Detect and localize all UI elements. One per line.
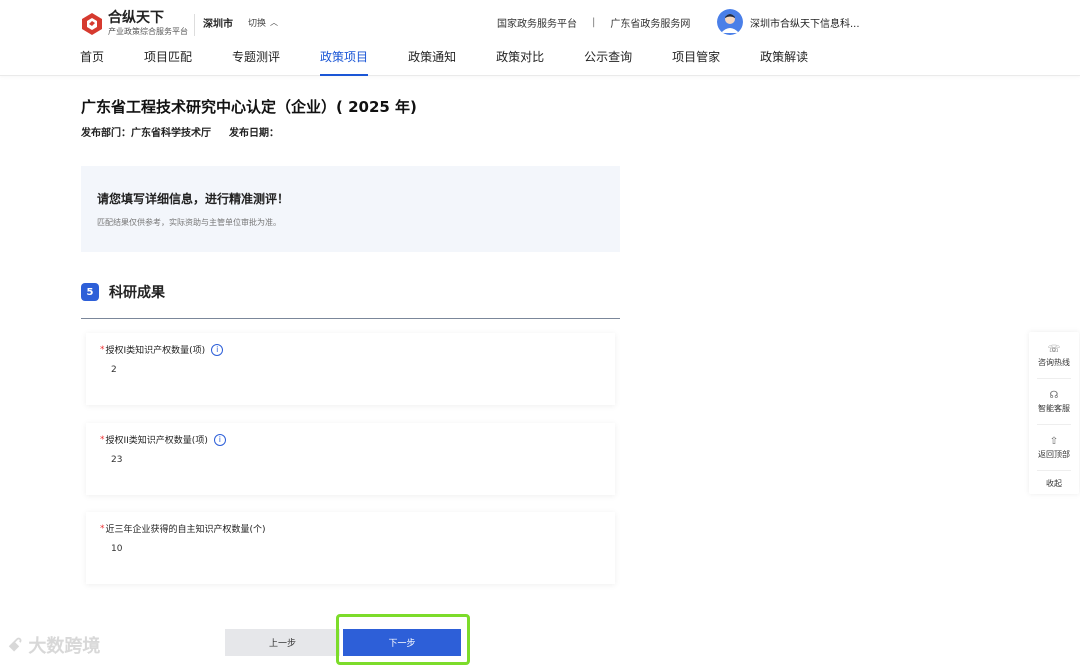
prev-step-button[interactable]: 上一步 bbox=[225, 629, 340, 656]
field-card-ip-class1: * 授权I类知识产权数量(项) i 2 bbox=[86, 333, 615, 405]
tool-divider bbox=[1037, 470, 1071, 471]
field-label-text: 授权I类知识产权数量(项) bbox=[105, 346, 206, 356]
switch-label: 切换 bbox=[248, 19, 267, 29]
logo-title: 合纵天下 bbox=[108, 10, 164, 26]
watermark-logo-icon: ꗃ bbox=[8, 634, 23, 656]
back-to-top-button[interactable]: ⇧ 返回顶部 bbox=[1029, 436, 1079, 460]
main-nav: 首页 项目匹配 专题测评 政策项目 政策通知 政策对比 公示查询 项目管家 政策… bbox=[80, 48, 848, 76]
logo-icon bbox=[82, 13, 102, 35]
headset-icon: ☊ bbox=[1049, 390, 1059, 401]
collapse-label: 收起 bbox=[1046, 479, 1062, 488]
header: 合纵天下 产业政策综合服务平台 深圳市 切换 ︿ 国家政务服务平台 | 广东省政… bbox=[0, 0, 1080, 76]
policy-meta: 发布部门：广东省科学技术厅 发布日期： bbox=[81, 124, 297, 139]
nav-project-match[interactable]: 项目匹配 bbox=[144, 48, 192, 76]
logo-subtitle: 产业政策综合服务平台 bbox=[108, 27, 188, 36]
user-name[interactable]: 深圳市合纵天下信息科... bbox=[750, 15, 860, 30]
link-separator: | bbox=[592, 17, 596, 28]
service-label: 智能客服 bbox=[1038, 404, 1070, 413]
field-card-ip-3years: * 近三年企业获得的自主知识产权数量(个) 10 bbox=[86, 512, 615, 584]
section-divider bbox=[81, 318, 620, 319]
field-label-text: 近三年企业获得的自主知识产权数量(个) bbox=[105, 525, 266, 535]
tool-divider bbox=[1037, 424, 1071, 425]
collapse-button[interactable]: 收起 bbox=[1029, 478, 1079, 489]
notice-text: 匹配结果仅供参考，实际资助与主管单位审批为准。 bbox=[97, 218, 281, 227]
field-label: * 近三年企业获得的自主知识产权数量(个) bbox=[100, 522, 266, 536]
ip-class2-input[interactable]: 23 bbox=[111, 455, 122, 465]
tool-divider bbox=[1037, 378, 1071, 379]
floating-toolbar: ☏ 咨询热线 ☊ 智能客服 ⇧ 返回顶部 收起 bbox=[1029, 332, 1079, 494]
nav-project-manager[interactable]: 项目管家 bbox=[672, 48, 720, 76]
required-asterisk: * bbox=[100, 344, 105, 355]
info-icon[interactable]: i bbox=[211, 343, 224, 356]
field-card-ip-class2: * 授权II类知识产权数量(项) i 23 bbox=[86, 423, 615, 495]
info-icon[interactable]: i bbox=[213, 433, 226, 446]
watermark-text: 大数跨境 bbox=[28, 636, 101, 657]
nav-policy-interpretation[interactable]: 政策解读 bbox=[760, 48, 808, 76]
top-links: 国家政务服务平台 | 广东省政务服务网 bbox=[497, 15, 690, 30]
page: 合纵天下 产业政策综合服务平台 深圳市 切换 ︿ 国家政务服务平台 | 广东省政… bbox=[0, 0, 1080, 668]
field-label: * 授权II类知识产权数量(项) i bbox=[100, 433, 226, 446]
required-asterisk: * bbox=[100, 523, 105, 534]
required-asterisk: * bbox=[100, 434, 105, 445]
ip-class1-input[interactable]: 2 bbox=[111, 365, 117, 375]
notice-box: 请您填写详细信息，进行精准测评！ 匹配结果仅供参考，实际资助与主管单位审批为准。 bbox=[81, 166, 620, 252]
page-title: 广东省工程技术研究中心认定（企业）( 2025 年) bbox=[81, 98, 417, 116]
next-step-button[interactable]: 下一步 bbox=[343, 629, 461, 656]
avatar[interactable] bbox=[717, 9, 743, 35]
publish-date: 发布日期： bbox=[229, 128, 279, 139]
section-number-badge: 5 bbox=[81, 283, 99, 301]
field-label-text: 授权II类知识产权数量(项) bbox=[105, 436, 208, 446]
watermark: ꗃ 大数跨境 bbox=[8, 632, 100, 658]
nav-topic-evaluation[interactable]: 专题测评 bbox=[232, 48, 280, 76]
logo[interactable]: 合纵天下 产业政策综合服务平台 bbox=[82, 10, 188, 38]
smart-service-button[interactable]: ☊ 智能客服 bbox=[1029, 390, 1079, 414]
header-divider bbox=[194, 14, 195, 36]
nav-policy-compare[interactable]: 政策对比 bbox=[496, 48, 544, 76]
nav-home[interactable]: 首页 bbox=[80, 48, 104, 76]
publish-department: 发布部门：广东省科学技术厅 bbox=[81, 128, 211, 139]
chevron-up-icon: ︿ bbox=[270, 18, 279, 27]
section-header: 5 科研成果 bbox=[81, 282, 165, 302]
user-avatar-icon bbox=[717, 9, 743, 35]
ip-3years-input[interactable]: 10 bbox=[111, 544, 122, 554]
city-switch-button[interactable]: 切换 ︿ bbox=[248, 16, 278, 29]
link-national-platform[interactable]: 国家政务服务平台 bbox=[497, 15, 577, 30]
city-label: 深圳市 bbox=[203, 19, 233, 30]
hotline-label: 咨询热线 bbox=[1038, 358, 1070, 367]
arrow-up-icon: ⇧ bbox=[1049, 436, 1059, 447]
link-guangdong-platform[interactable]: 广东省政务服务网 bbox=[610, 15, 690, 30]
section-title: 科研成果 bbox=[109, 285, 165, 301]
notice-title: 请您填写详细信息，进行精准测评！ bbox=[97, 192, 290, 206]
nav-public-query[interactable]: 公示查询 bbox=[584, 48, 632, 76]
hotline-button[interactable]: ☏ 咨询热线 bbox=[1029, 344, 1079, 368]
phone-icon: ☏ bbox=[1047, 344, 1061, 355]
nav-policy-projects[interactable]: 政策项目 bbox=[320, 48, 369, 76]
nav-policy-notices[interactable]: 政策通知 bbox=[408, 48, 456, 76]
field-label: * 授权I类知识产权数量(项) i bbox=[100, 343, 224, 356]
top-label: 返回顶部 bbox=[1038, 450, 1070, 459]
